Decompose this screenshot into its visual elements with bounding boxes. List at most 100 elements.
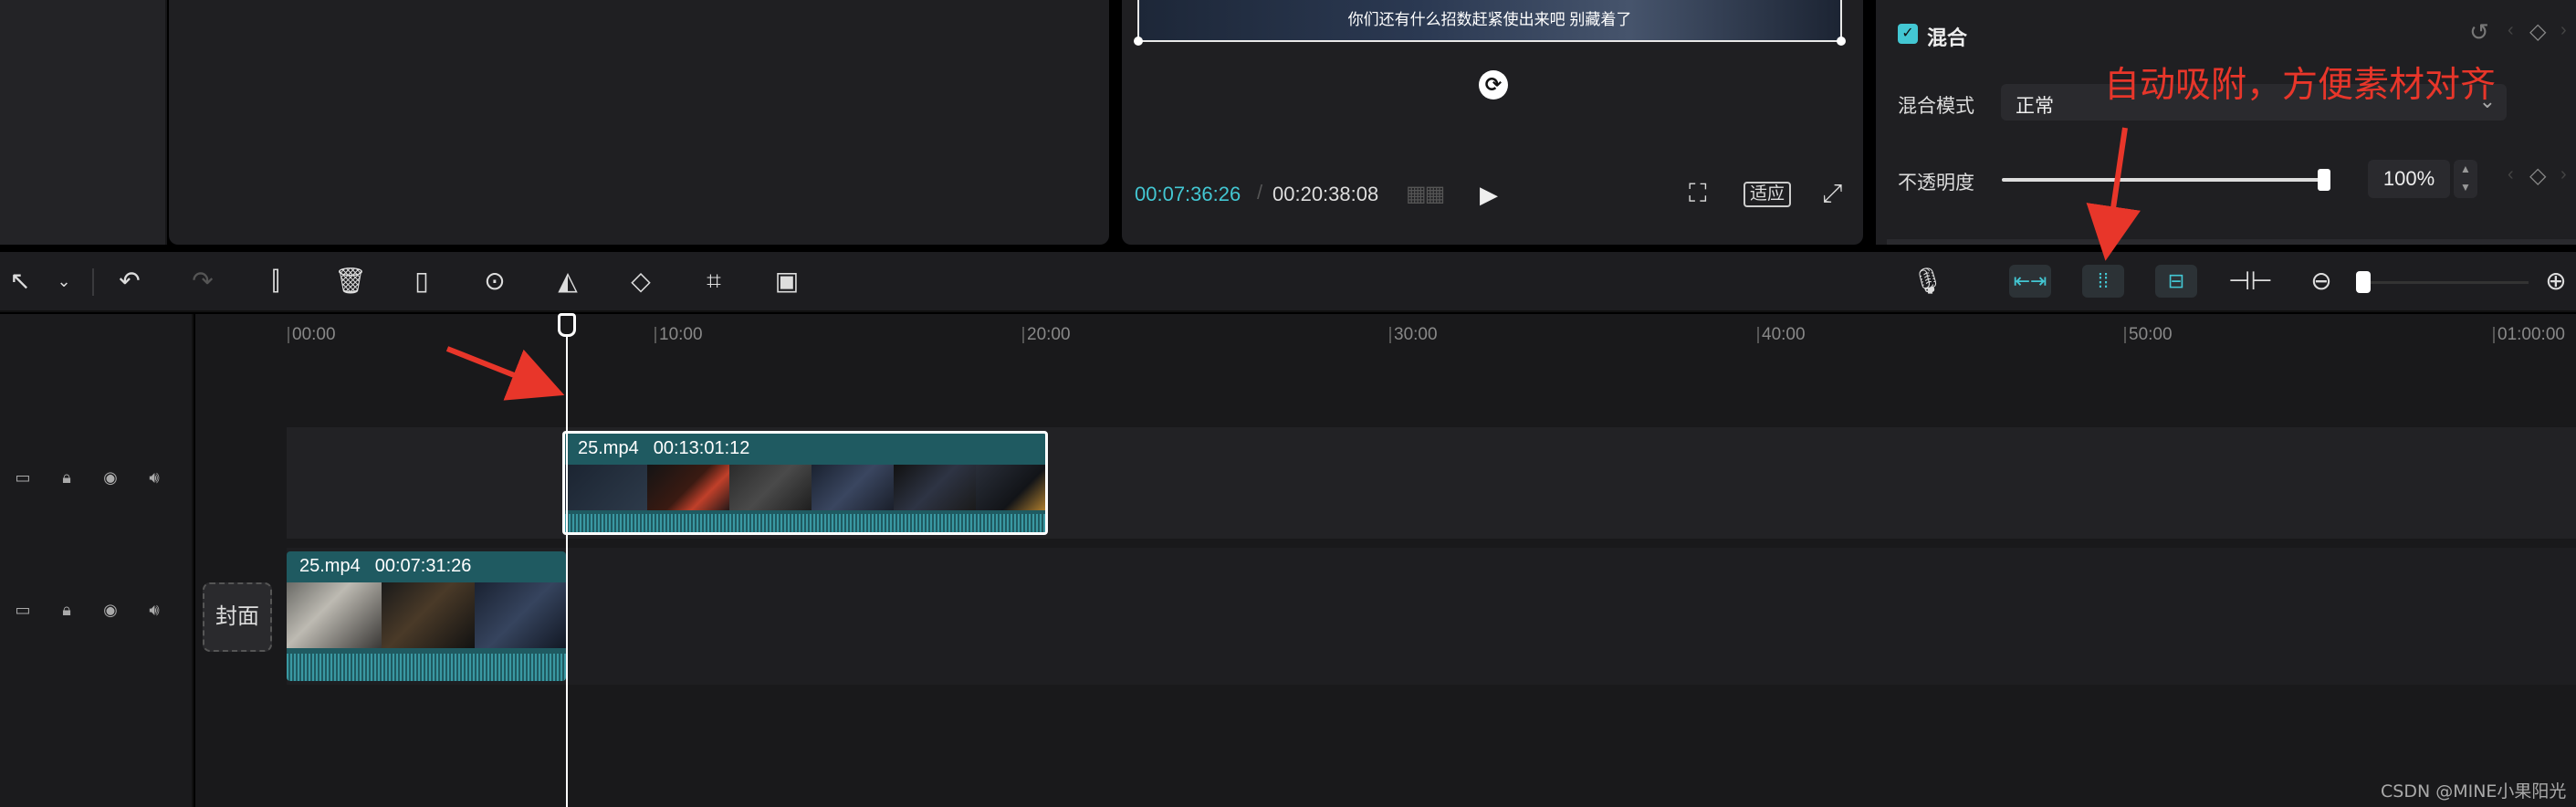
thumbnail <box>647 465 729 510</box>
player-panel: 你们还有什么招数赶紧使出来吧 别藏着了 ⟳ 00:07:36:26 / 00:2… <box>1122 0 1863 245</box>
split-icon[interactable]: ⫿ <box>261 265 290 298</box>
eye-icon[interactable]: ◉ <box>99 466 122 489</box>
video-preview[interactable]: 你们还有什么招数赶紧使出来吧 别藏着了 <box>1134 0 1846 46</box>
ruler-label: 10:00 <box>654 325 703 344</box>
ruler-label: 20:00 <box>1022 325 1071 344</box>
clip-thumbnails <box>287 582 566 648</box>
blend-mode-label: 混合模式 <box>1898 96 1974 117</box>
video-clip-main[interactable]: 25.mp4 00:07:31:26 <box>287 551 566 681</box>
link-main-track-icon[interactable]: ⇤⇥ <box>2009 265 2051 298</box>
current-timecode: 00:07:36:26 <box>1135 183 1241 205</box>
select-icon[interactable]: ↖ <box>5 265 35 298</box>
undo-icon[interactable]: ↶ <box>115 265 144 298</box>
video-subtitle: 你们还有什么招数赶紧使出来吧 别藏着了 <box>1347 11 1632 28</box>
smart-crop-icon[interactable]: ▣ <box>772 265 801 298</box>
zoom-in-icon[interactable]: ⊕ <box>2541 265 2571 298</box>
grid-icon[interactable]: ▦▦ <box>1406 180 1446 209</box>
keyframe-next-icon[interactable]: › <box>2560 20 2567 41</box>
rotate-preview-icon[interactable]: ⟳ <box>1479 70 1508 100</box>
redo-icon[interactable]: ↷ <box>188 265 217 298</box>
ruler-label: 50:00 <box>2124 325 2173 344</box>
auto-snap-icon[interactable]: ⁞⁞ <box>2082 265 2124 298</box>
cover-button[interactable]: 封面 <box>203 582 272 652</box>
opacity-keyframe-prev-icon[interactable]: ‹ <box>2508 164 2514 185</box>
track-controls: ▭ 🔒︎ ◉ 🔊︎ ▭ 🔒︎ ◉ 🔊︎ <box>0 314 194 807</box>
properties-scrollbar[interactable] <box>1887 239 2576 245</box>
clip-header: 25.mp4 00:13:01:12 <box>565 434 764 463</box>
thumbnail <box>287 582 382 648</box>
thumbnail <box>382 582 475 648</box>
rotate-icon[interactable]: ◇ <box>626 265 655 298</box>
toolbar-divider <box>92 268 94 296</box>
clip-audio-waveform <box>565 514 1045 532</box>
clip-duration: 00:13:01:12 <box>653 438 750 458</box>
mirror-icon[interactable]: ◭ <box>553 265 582 298</box>
crop-handle-right[interactable] <box>1837 37 1846 46</box>
lock-icon[interactable]: 🔒︎ <box>55 466 79 489</box>
thumbnail <box>976 465 1045 510</box>
thumbnail <box>565 465 647 510</box>
thumbnail <box>894 465 976 510</box>
clip-name: 25.mp4 <box>578 438 639 458</box>
fit-button[interactable]: 适应 <box>1744 182 1791 207</box>
blend-checkbox[interactable]: ✓ <box>1898 24 1918 44</box>
opacity-input[interactable]: 100% <box>2368 160 2450 198</box>
dropdown-icon[interactable]: ⌄ <box>49 265 79 298</box>
zoom-slider-thumb[interactable] <box>2356 271 2371 293</box>
split-align-icon[interactable]: ⊣⊢ <box>2228 265 2273 298</box>
thumbnail <box>729 465 812 510</box>
thumbnail <box>475 582 566 648</box>
blend-mode-value: 正常 <box>2016 96 2054 117</box>
crop-icon[interactable]: ⌗ <box>699 265 728 298</box>
main-track[interactable] <box>287 548 2576 685</box>
opacity-slider[interactable] <box>2002 178 2327 182</box>
reverse-icon[interactable]: ⊙ <box>480 265 509 298</box>
timeline-toolbar: ↖ ⌄ ↶ ↷ ⫿ 🗑 ▯ ⊙ ◭ ◇ ⌗ ▣ 🎙 ⇤⇥ ⁞⁞ ⊟ ⊣⊢ ⊖ ⊕ <box>0 252 2576 312</box>
clip-header: 25.mp4 00:07:31:26 <box>287 551 486 581</box>
delete-icon[interactable]: 🗑 <box>334 265 367 298</box>
clip-audio-waveform <box>287 654 566 681</box>
watermark: CSDN @MINE小果阳光 <box>2381 781 2567 802</box>
properties-panel: ✓ 混合 ↺ ‹ ◇ › 混合模式 正常 ⌄ 不透明度 100% ▲ ▼ ‹ ◇ … <box>1876 0 2576 245</box>
ruler-label: 30:00 <box>1389 325 1438 344</box>
opacity-label: 不透明度 <box>1898 173 1974 194</box>
zoom-out-icon[interactable]: ⊖ <box>2307 265 2336 298</box>
play-icon[interactable]: ▶ <box>1480 181 1498 209</box>
thumbnail <box>812 465 894 510</box>
video-clip-overlay[interactable]: 25.mp4 00:13:01:12 <box>562 431 1048 535</box>
opacity-stepper[interactable]: ▲ ▼ <box>2454 160 2477 198</box>
eye-icon[interactable]: ◉ <box>99 598 122 622</box>
ruler-label: 00:00 <box>288 325 336 344</box>
crop-handle-left[interactable] <box>1134 37 1143 46</box>
link-preview-icon[interactable]: ⊟ <box>2155 265 2197 298</box>
clip-thumbnails <box>565 465 1045 510</box>
reset-icon[interactable]: ↺ <box>2469 18 2489 47</box>
track-type-icon: ▭ <box>15 468 31 487</box>
annotation-text: 自动吸附，方便素材对齐 <box>2104 65 2497 106</box>
blend-title: 混合 <box>1927 26 1968 49</box>
playhead-line <box>566 321 568 807</box>
microphone-icon[interactable]: 🎙 <box>1911 265 1944 298</box>
track-controls-row-1: ▭ 🔒︎ ◉ 🔊︎ <box>0 458 183 495</box>
fullscreen-icon[interactable]: ⤢ <box>1822 179 1842 209</box>
keyframe-prev-icon[interactable]: ‹ <box>2508 20 2514 41</box>
opacity-keyframe-icon[interactable]: ◇ <box>2529 162 2546 189</box>
track-type-icon: ▭ <box>15 601 31 619</box>
lock-icon[interactable]: 🔒︎ <box>55 598 79 622</box>
keyframe-icon[interactable]: ◇ <box>2529 18 2546 45</box>
clip-name: 25.mp4 <box>299 556 361 576</box>
freeze-frame-icon[interactable]: ▯ <box>407 265 436 298</box>
media-panel <box>169 0 1109 245</box>
volume-icon[interactable]: 🔊︎ <box>142 466 166 489</box>
volume-icon[interactable]: 🔊︎ <box>142 598 166 622</box>
total-timecode: 00:20:38:08 <box>1272 183 1379 205</box>
zoom-preview-icon[interactable]: ⛶ <box>1689 179 1720 210</box>
zoom-slider[interactable] <box>2364 281 2529 284</box>
playhead-handle[interactable] <box>558 313 576 337</box>
opacity-keyframe-next-icon[interactable]: › <box>2560 164 2567 185</box>
track-controls-row-2: ▭ 🔒︎ ◉ 🔊︎ <box>0 591 183 627</box>
clip-duration: 00:07:31:26 <box>374 556 472 576</box>
media-sidebar <box>0 0 167 245</box>
ruler-label: 40:00 <box>1757 325 1806 344</box>
opacity-slider-thumb[interactable] <box>2318 169 2330 191</box>
